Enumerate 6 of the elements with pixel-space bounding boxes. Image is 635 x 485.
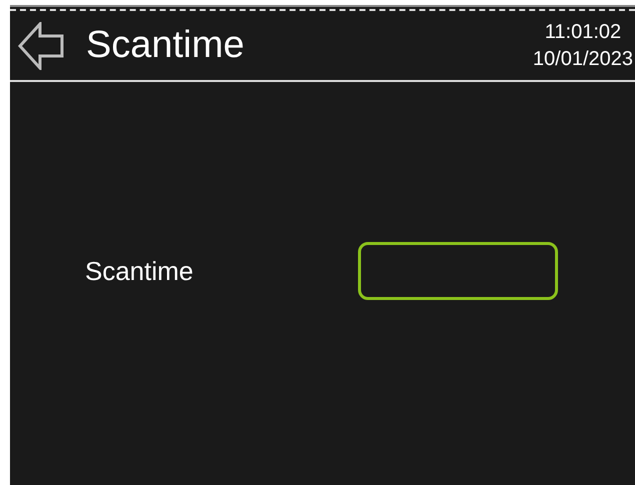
screen-title: Scantime bbox=[86, 24, 246, 67]
input-field[interactable] bbox=[358, 242, 558, 300]
clock-time: 11:01:02 bbox=[544, 20, 622, 44]
back-arrow-icon[interactable] bbox=[18, 22, 64, 70]
clock-date: 10/01/2023 bbox=[532, 46, 633, 72]
field-label: Scantime bbox=[85, 256, 194, 286]
